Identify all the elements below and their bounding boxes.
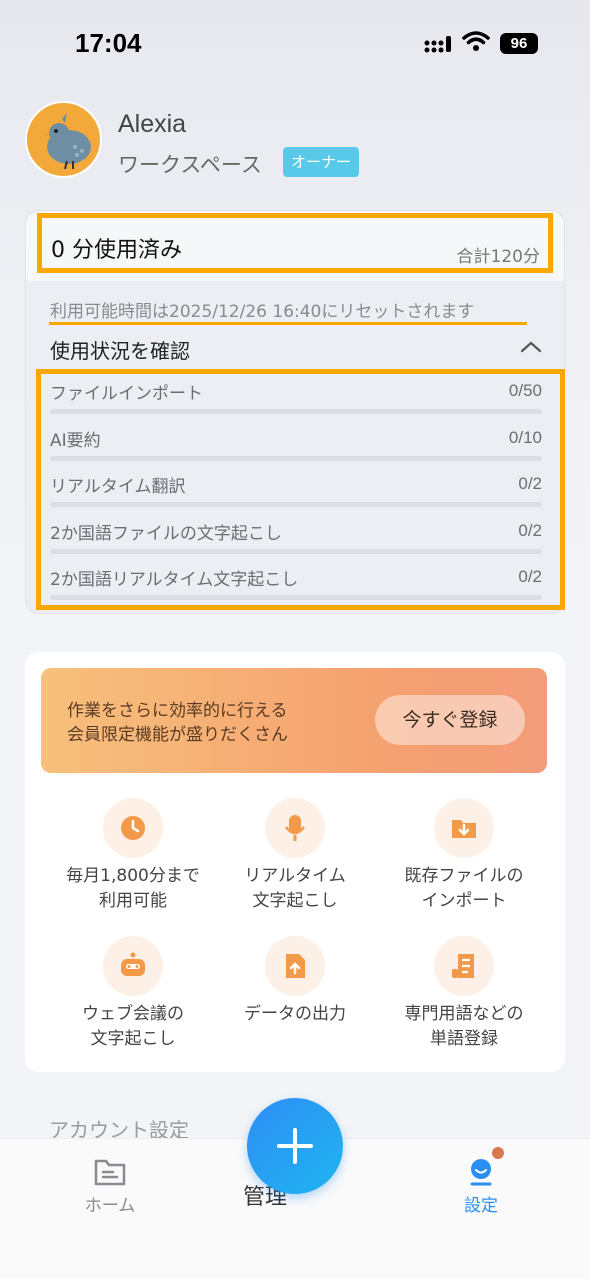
battery-indicator: 96 xyxy=(500,33,538,54)
profile-name: Alexia xyxy=(118,110,187,138)
tab-settings[interactable]: 設定 xyxy=(441,1157,521,1216)
feature-line-1: 専門用語などの xyxy=(404,1004,524,1024)
reset-notice: 利用可能時間は2025/12/26 16:40にリセットされます xyxy=(50,302,475,322)
banner-line-2: 会員限定機能が盛りだくさん xyxy=(67,725,288,745)
profile-icon xyxy=(470,1159,492,1186)
feature-line-1: リアルタイム xyxy=(244,866,346,886)
bird-icon xyxy=(41,113,91,170)
highlight-box-summary xyxy=(37,213,553,273)
feature-line-2: 文字起こし xyxy=(252,891,338,911)
robot-icon xyxy=(103,936,163,996)
usage-check-label[interactable]: 使用状況を確認 xyxy=(50,335,190,364)
feature-item: 専門用語などの 単語登録 xyxy=(374,936,554,1052)
status-time: 17:04 xyxy=(75,28,142,58)
chevron-up-icon[interactable] xyxy=(520,339,542,353)
feature-item: 既存ファイルの インポート xyxy=(374,798,554,914)
feature-line-1: 毎月1,800分まで xyxy=(66,866,200,886)
folder-download-icon xyxy=(434,798,494,858)
feature-line-2: 利用可能 xyxy=(99,891,167,911)
premium-card: 作業をさらに効率的に行える 会員限定機能が盛りだくさん 今すぐ登録 毎月1,80… xyxy=(25,652,565,1072)
usage-card: 0 分使用済み 合計120分 利用可能時間は2025/12/26 16:40にリ… xyxy=(25,210,565,614)
feature-line-1: 既存ファイルの xyxy=(404,866,524,886)
feature-line-2: 単語登録 xyxy=(430,1029,498,1049)
tab-home-label: ホーム xyxy=(84,1196,136,1216)
register-button[interactable]: 今すぐ登録 xyxy=(375,695,525,745)
cellular-signal-icon xyxy=(424,36,451,53)
tab-settings-label: 設定 xyxy=(464,1196,498,1216)
add-button[interactable] xyxy=(247,1098,343,1194)
avatar[interactable] xyxy=(25,101,102,178)
feature-item: ウェブ会議の 文字起こし xyxy=(43,936,223,1052)
feature-item: リアルタイム 文字起こし xyxy=(205,798,385,914)
glossary-icon xyxy=(434,936,494,996)
premium-banner: 作業をさらに効率的に行える 会員限定機能が盛りだくさん 今すぐ登録 xyxy=(41,668,547,773)
workspace-label: ワークスペース xyxy=(118,153,262,177)
feature-item: 毎月1,800分まで 利用可能 xyxy=(43,798,223,914)
status-bar: 17:04 96 xyxy=(0,0,590,90)
highlight-box-rows xyxy=(36,369,565,610)
feature-line-2: 文字起こし xyxy=(90,1029,176,1049)
feature-item: データの出力 xyxy=(205,936,385,1027)
feature-line-1: ウェブ会議の xyxy=(82,1004,184,1024)
wifi-icon xyxy=(462,31,490,51)
feature-line-1: データの出力 xyxy=(244,1004,346,1024)
tab-home[interactable]: ホーム xyxy=(70,1157,150,1216)
plus-icon xyxy=(277,1128,313,1164)
file-export-icon xyxy=(265,936,325,996)
notification-dot xyxy=(492,1147,504,1159)
home-folder-icon xyxy=(94,1159,126,1186)
role-badge: オーナー xyxy=(283,147,360,177)
microphone-icon xyxy=(265,798,325,858)
highlight-underline xyxy=(49,322,527,325)
feature-line-2: インポート xyxy=(421,891,507,911)
banner-text: 作業をさらに効率的に行える 会員限定機能が盛りだくさん xyxy=(67,699,288,747)
banner-line-1: 作業をさらに効率的に行える xyxy=(67,701,288,721)
clock-icon xyxy=(103,798,163,858)
